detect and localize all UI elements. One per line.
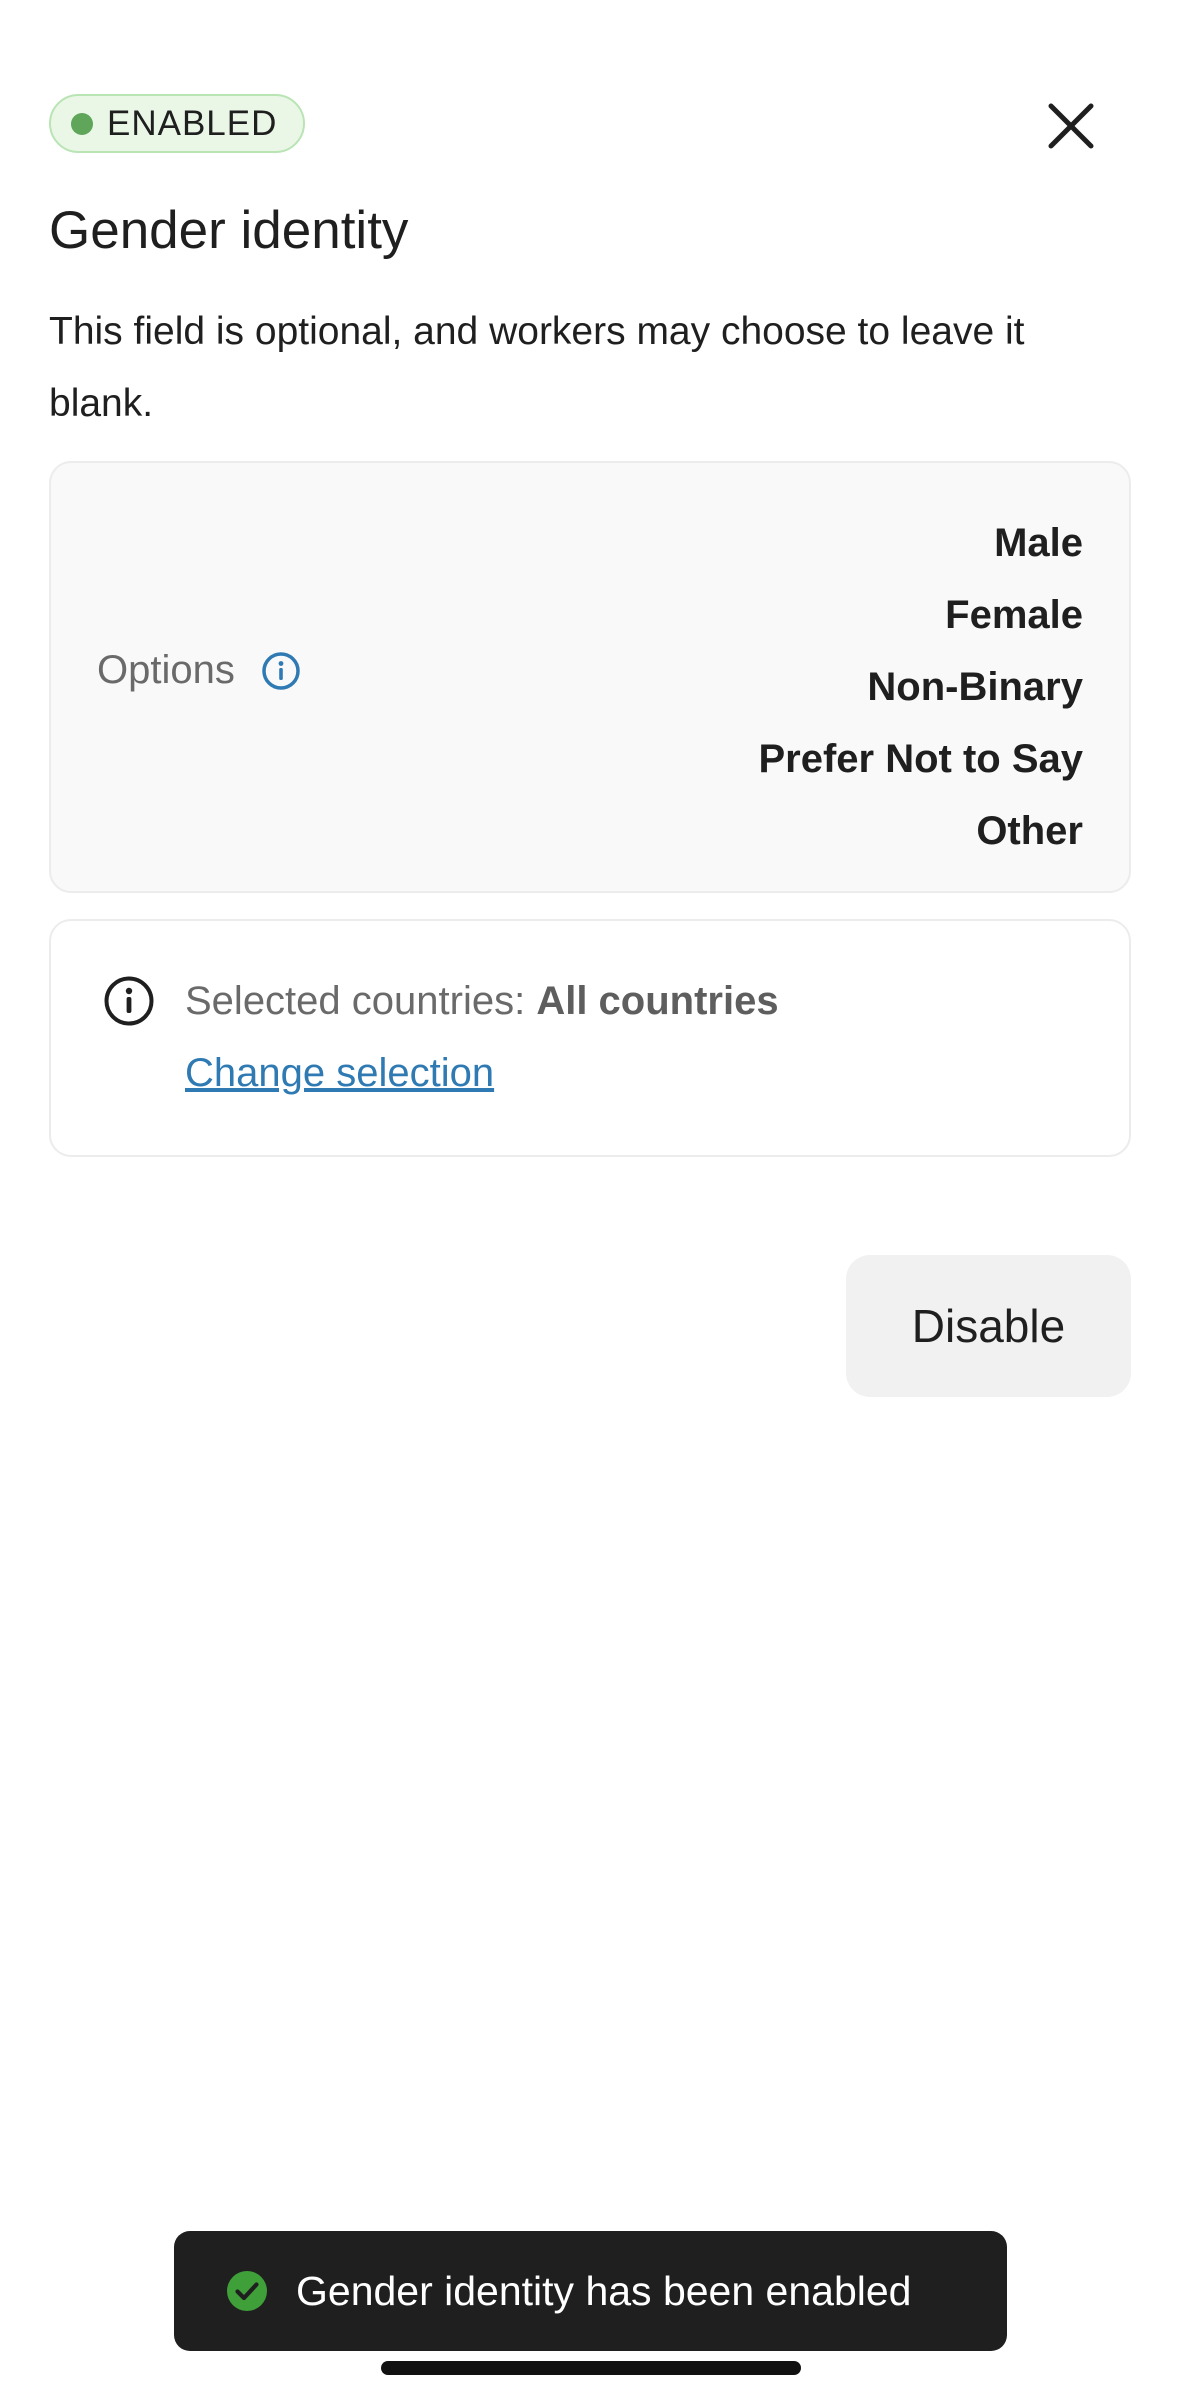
option-item: Non-Binary xyxy=(867,665,1083,709)
status-badge: ENABLED xyxy=(49,94,306,153)
info-icon xyxy=(104,976,154,1026)
selected-countries-label: Selected countries: xyxy=(185,979,537,1023)
options-card: Options Male Female Non-Binary Prefer No… xyxy=(49,461,1131,893)
check-circle-icon xyxy=(227,2271,267,2311)
page-title: Gender identity xyxy=(49,201,409,260)
info-icon[interactable] xyxy=(261,651,301,691)
selected-countries-text: Selected countries: All countries xyxy=(185,975,779,1027)
option-item: Male xyxy=(994,521,1083,565)
status-badge-label: ENABLED xyxy=(107,103,278,143)
close-icon[interactable] xyxy=(1045,100,1097,152)
option-item: Female xyxy=(945,593,1083,637)
toast-message: Gender identity has been enabled xyxy=(296,2267,912,2314)
options-list: Male Female Non-Binary Prefer Not to Say… xyxy=(758,507,1083,867)
home-indicator xyxy=(381,2361,801,2375)
status-dot-icon xyxy=(71,112,93,135)
toast-notification: Gender identity has been enabled xyxy=(174,2231,1007,2351)
option-item: Other xyxy=(976,809,1083,853)
option-item: Prefer Not to Say xyxy=(758,737,1083,781)
options-label: Options xyxy=(97,648,235,692)
options-label-group: Options xyxy=(97,648,301,693)
field-detail-page: ENABLED Gender identity This field is op… xyxy=(0,0,1179,2396)
change-selection-link[interactable]: Change selection xyxy=(185,1047,494,1099)
selected-countries-value: All countries xyxy=(536,979,779,1023)
field-description: This field is optional, and workers may … xyxy=(49,310,1025,425)
disable-button[interactable]: Disable xyxy=(846,1255,1131,1397)
countries-card: Selected countries: All countries Change… xyxy=(49,919,1131,1157)
